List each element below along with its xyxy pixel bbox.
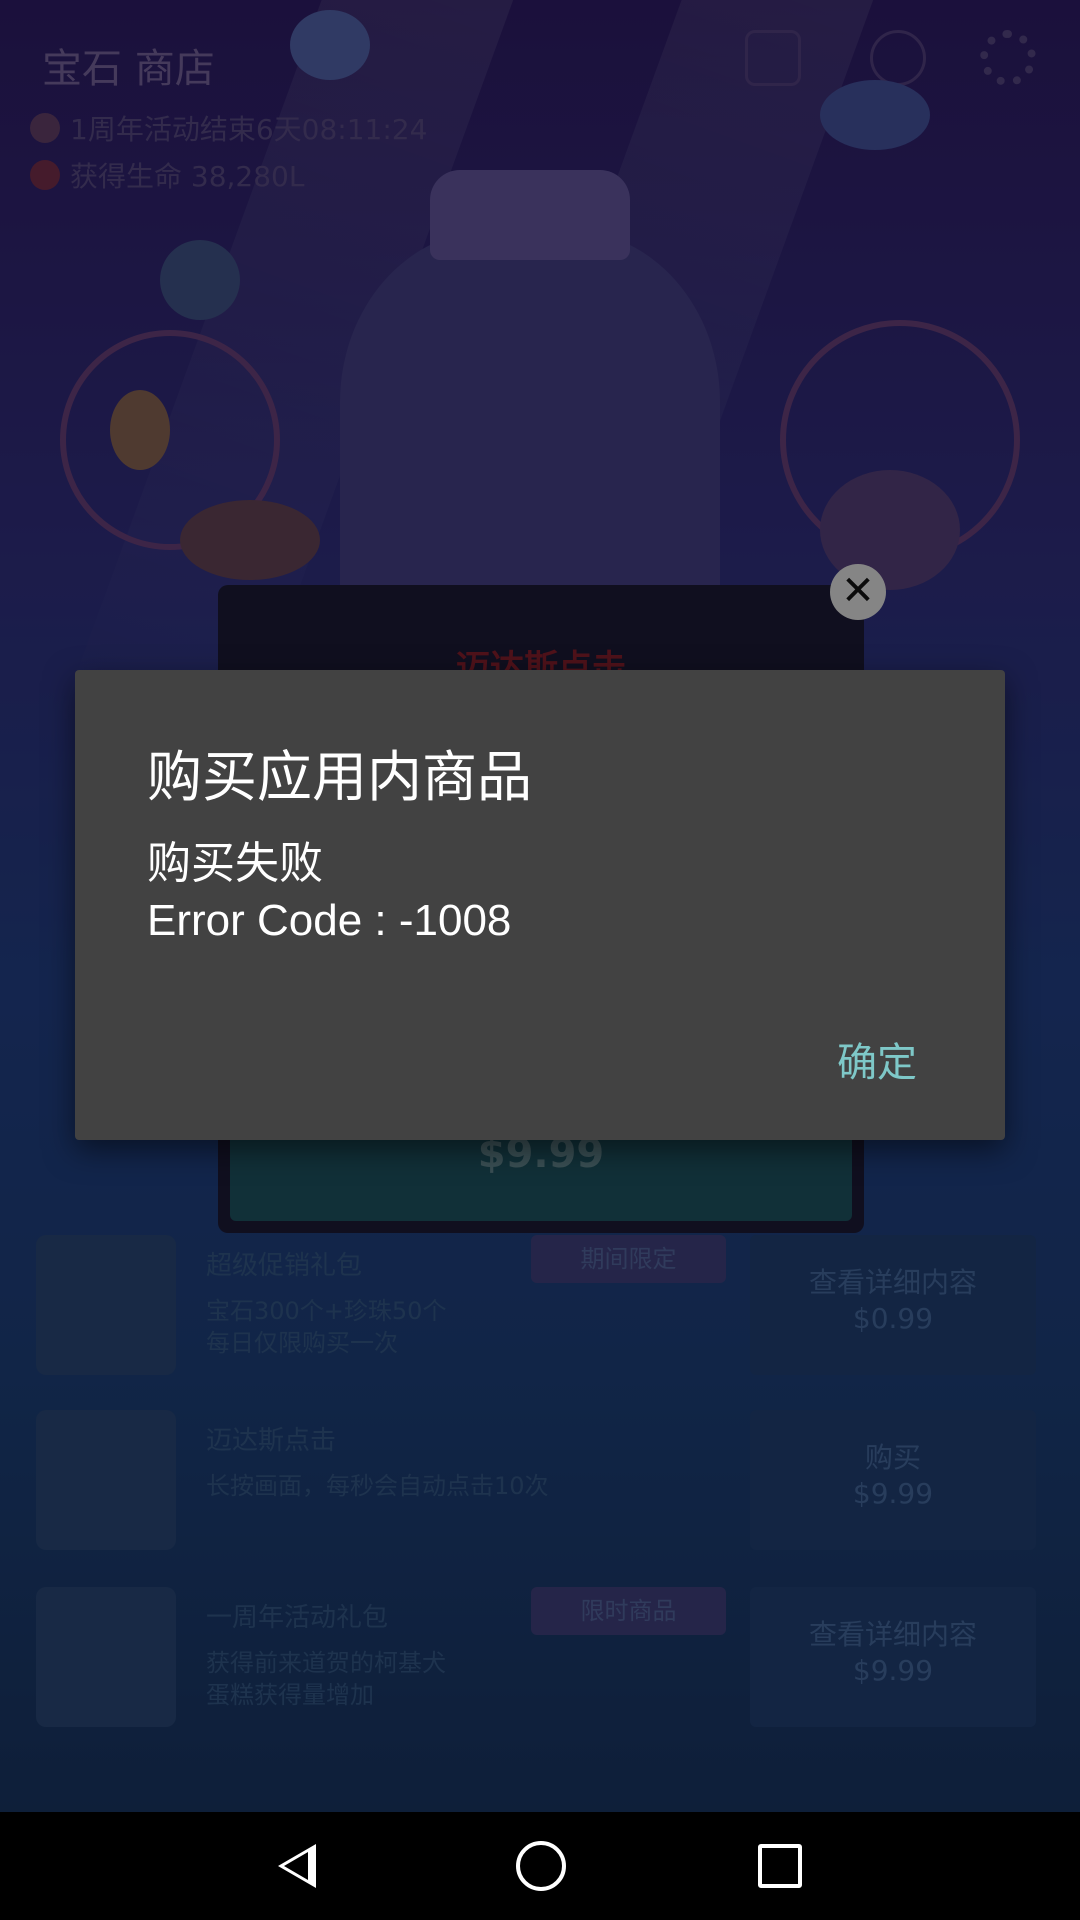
recents-icon[interactable] bbox=[758, 1844, 802, 1888]
purchase-error-dialog: 购买应用内商品 购买失败 Error Code : -1008 确定 bbox=[75, 670, 1005, 1140]
dialog-message: 购买失败 bbox=[147, 838, 323, 889]
dialog-title: 购买应用内商品 bbox=[147, 745, 533, 809]
ok-button[interactable]: 确定 bbox=[837, 1030, 917, 1088]
home-icon[interactable] bbox=[516, 1841, 566, 1891]
system-nav-bar bbox=[0, 1812, 1080, 1920]
error-code-text: Error Code : -1008 bbox=[147, 896, 512, 945]
back-icon-inner bbox=[284, 1852, 308, 1880]
